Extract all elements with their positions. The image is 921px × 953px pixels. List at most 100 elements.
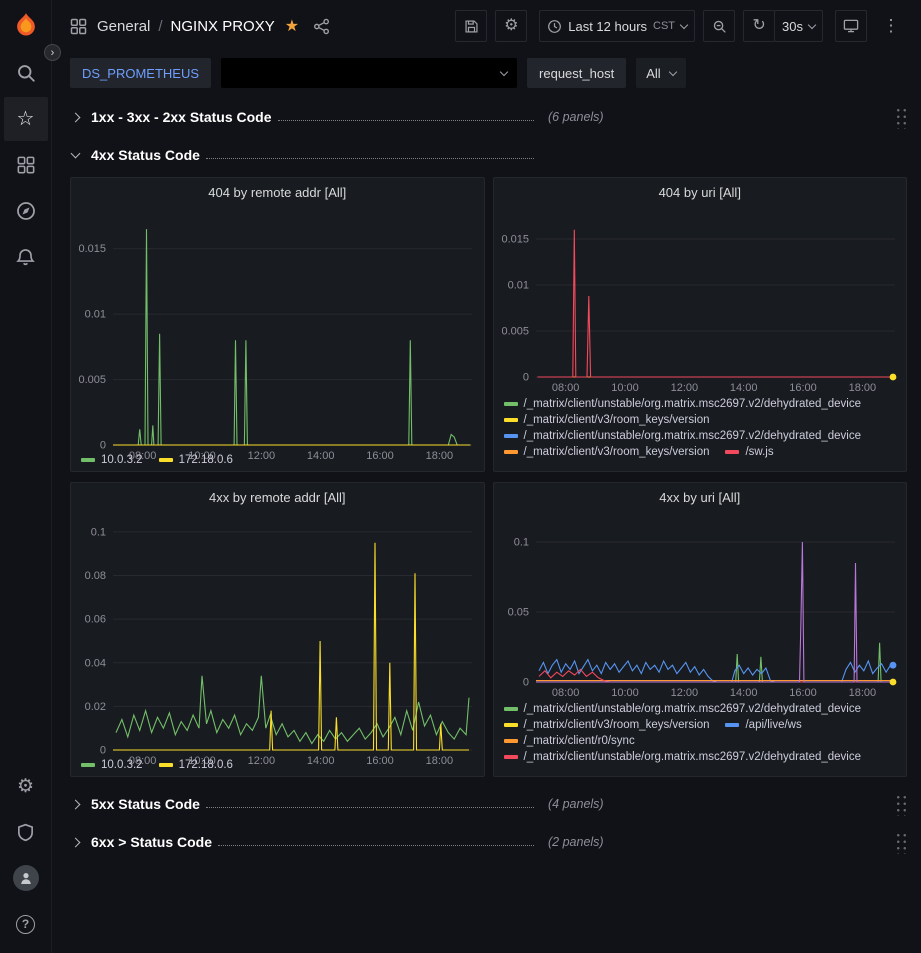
share-icon[interactable] (313, 18, 330, 35)
svg-text:0.005: 0.005 (78, 374, 106, 386)
panel-title[interactable]: 404 by uri [All] (494, 178, 907, 206)
panel-title[interactable]: 4xx by remote addr [All] (71, 483, 484, 511)
svg-text:0.1: 0.1 (91, 526, 106, 538)
sidebar-item-search[interactable] (4, 51, 48, 95)
legend-item[interactable]: 172.18.0.6 (159, 759, 233, 771)
legend-item[interactable]: /_matrix/client/unstable/org.matrix.msc2… (504, 398, 862, 410)
sidebar-item-explore[interactable] (4, 189, 48, 233)
legend-item[interactable]: 10.0.3.2 (81, 759, 143, 771)
breadcrumb: General / NGINX PROXY ★ (70, 16, 332, 36)
time-range-picker[interactable]: Last 12 hours CST (539, 10, 695, 42)
svg-text:0.005: 0.005 (501, 326, 529, 338)
legend-item[interactable]: 172.18.0.6 (159, 454, 233, 466)
panel-legend: /_matrix/client/unstable/org.matrix.msc2… (494, 395, 907, 471)
dashboard-header: General / NGINX PROXY ★ (52, 0, 921, 52)
more-options-button[interactable]: ⋮ (875, 10, 907, 42)
legend-label: 172.18.0.6 (179, 454, 233, 466)
legend-item[interactable]: 10.0.3.2 (81, 454, 143, 466)
row-drag-handle[interactable] (894, 792, 907, 816)
refresh-interval-value: 30s (782, 19, 803, 34)
legend-item[interactable]: /_matrix/client/v3/room_keys/version (504, 719, 710, 731)
panel-title[interactable]: 4xx by uri [All] (494, 483, 907, 511)
row-4xx[interactable]: 4xx Status Code (70, 138, 907, 172)
grafana-logo[interactable] (0, 0, 52, 50)
apps-icon[interactable] (70, 18, 87, 35)
sidebar-item-configuration[interactable]: ⚙ (4, 764, 48, 808)
favorite-star-icon[interactable]: ★ (285, 16, 299, 36)
row-title: 4xx Status Code (91, 147, 200, 163)
timeseries-chart[interactable]: 00.0050.010.01508:0010:0012:0014:0016:00… (71, 206, 484, 451)
svg-text:0: 0 (522, 372, 528, 384)
chevron-down-icon (680, 20, 688, 28)
datasource-value-dropdown[interactable] (221, 58, 517, 88)
legend-item[interactable]: /sw.js (725, 446, 773, 458)
dotted-leader (206, 158, 534, 159)
breadcrumb-section[interactable]: General (97, 18, 150, 35)
header-actions: ⚙ Last 12 hours CST (455, 10, 907, 42)
zoom-out-button[interactable] (703, 10, 735, 42)
panel-grid-row-1: 404 by remote addr [All] 00.0050.010.015… (70, 177, 907, 472)
save-dashboard-button[interactable] (455, 10, 487, 42)
legend-item[interactable]: /_matrix/client/unstable/org.matrix.msc2… (504, 430, 862, 442)
chevron-down-icon (668, 67, 676, 75)
svg-text:0.05: 0.05 (507, 607, 528, 619)
request-host-variable-label[interactable]: request_host (527, 58, 626, 88)
svg-text:16:00: 16:00 (789, 687, 817, 699)
svg-text:08:00: 08:00 (551, 687, 579, 699)
request-host-value-dropdown[interactable]: All (636, 58, 685, 88)
tv-mode-button[interactable] (835, 10, 867, 42)
sidebar-item-server-admin[interactable] (4, 810, 48, 854)
sidebar-item-dashboards[interactable] (4, 143, 48, 187)
svg-text:0: 0 (100, 745, 106, 757)
dashboard-settings-button[interactable]: ⚙ (495, 10, 527, 42)
monitor-icon (843, 18, 859, 34)
row-panel-count: (4 panels) (548, 797, 604, 811)
refresh-interval-picker[interactable]: 30s (774, 10, 823, 42)
row-6xx[interactable]: 6xx > Status Code (2 panels) (70, 825, 907, 859)
save-icon (464, 19, 479, 34)
sidebar-item-profile[interactable] (4, 856, 48, 900)
legend-item[interactable]: /_matrix/client/unstable/org.matrix.msc2… (504, 751, 862, 763)
panel-legend: 10.0.3.2 172.18.0.6 (71, 756, 484, 776)
svg-text:12:00: 12:00 (670, 687, 698, 699)
row-5xx[interactable]: 5xx Status Code (4 panels) (70, 787, 907, 821)
legend-label: /_matrix/client/v3/room_keys/version (524, 719, 710, 731)
legend-item[interactable]: /api/live/ws (725, 719, 801, 731)
panel-legend: 10.0.3.2 172.18.0.6 (71, 451, 484, 471)
sidebar-item-starred[interactable]: ☆ (4, 97, 48, 141)
row-1xx-3xx-2xx[interactable]: 1xx - 3xx - 2xx Status Code (6 panels) (70, 100, 907, 134)
legend-item[interactable]: /_matrix/client/unstable/org.matrix.msc2… (504, 703, 862, 715)
svg-text:16:00: 16:00 (789, 382, 817, 394)
shield-icon (16, 823, 35, 842)
sidebar-expand-button[interactable]: › (44, 44, 61, 61)
row-drag-handle[interactable] (894, 105, 907, 129)
breadcrumb-dashboard-title[interactable]: NGINX PROXY (171, 18, 275, 35)
datasource-variable-label[interactable]: DS_PROMETHEUS (70, 58, 211, 88)
legend-label: /_matrix/client/unstable/org.matrix.msc2… (524, 703, 862, 715)
refresh-button[interactable]: ↻ (743, 10, 775, 42)
timeseries-chart[interactable]: 00.020.040.060.080.108:0010:0012:0014:00… (71, 511, 484, 756)
row-drag-handle[interactable] (894, 830, 907, 854)
legend-item[interactable]: /_matrix/client/v3/room_keys/version (504, 446, 710, 458)
svg-text:10:00: 10:00 (611, 382, 639, 394)
sidebar-item-alerting[interactable] (4, 235, 48, 279)
variables-toolbar: DS_PROMETHEUS request_host All (52, 52, 921, 96)
sidebar-item-help[interactable]: ? (4, 902, 48, 946)
legend-label: /api/live/ws (745, 719, 801, 731)
svg-text:12:00: 12:00 (670, 382, 698, 394)
legend-item[interactable]: /_matrix/client/r0/sync (504, 735, 635, 747)
svg-text:10:00: 10:00 (611, 687, 639, 699)
row-panel-count: (2 panels) (548, 835, 604, 849)
timeseries-chart[interactable]: 00.0050.010.01508:0010:0012:0014:0016:00… (494, 206, 907, 395)
timeseries-chart[interactable]: 00.050.108:0010:0012:0014:0016:0018:00 (494, 511, 907, 700)
dashboards-grid-icon (17, 156, 35, 174)
kebab-icon: ⋮ (883, 16, 900, 36)
avatar (13, 865, 39, 891)
chevron-right-icon (71, 112, 81, 122)
legend-item[interactable]: /_matrix/client/v3/room_keys/version (504, 414, 710, 426)
panel-4xx-by-remote-addr: 4xx by remote addr [All] 00.020.040.060.… (70, 482, 485, 777)
row-title: 5xx Status Code (91, 796, 200, 812)
grafana-app: ☆ ⚙ (0, 0, 921, 953)
svg-text:0.015: 0.015 (78, 243, 106, 255)
panel-title[interactable]: 404 by remote addr [All] (71, 178, 484, 206)
